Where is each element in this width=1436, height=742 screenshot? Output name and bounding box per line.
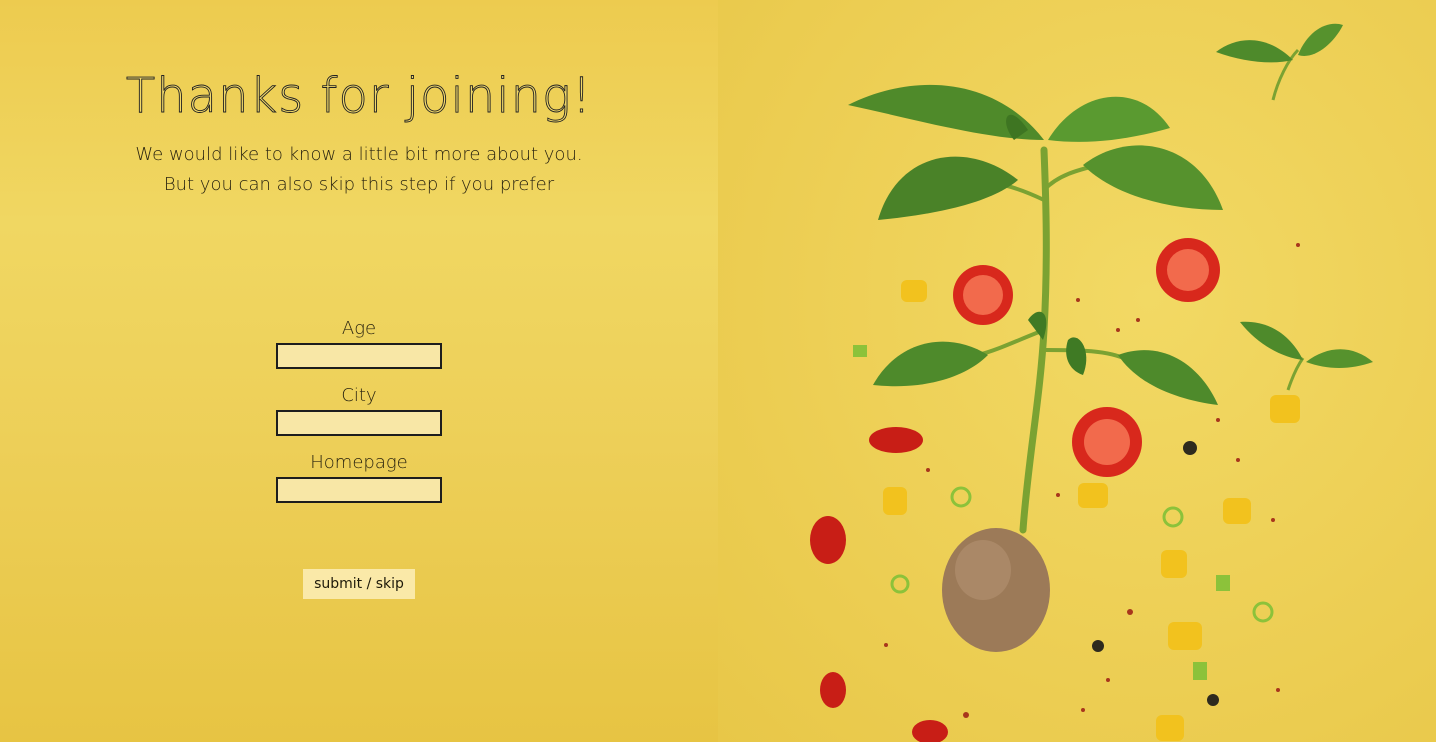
homepage-label: Homepage <box>310 452 408 473</box>
homepage-input[interactable] <box>276 477 442 503</box>
city-input[interactable] <box>276 410 442 436</box>
submit-skip-button[interactable]: submit / skip <box>303 569 415 599</box>
page-title: Thanks for joining! <box>125 68 593 125</box>
city-label: City <box>341 385 377 406</box>
profile-form: Age City Homepage <box>0 318 718 519</box>
form-panel: Thanks for joining! We would like to kno… <box>0 0 718 742</box>
age-input[interactable] <box>276 343 442 369</box>
plant-sprout-illustration-icon <box>810 23 1373 742</box>
age-label: Age <box>341 318 377 339</box>
subtitle-line-1: We would like to know a little bit more … <box>135 144 583 165</box>
subtitle-line-2: But you can also skip this step if you p… <box>163 174 555 195</box>
hero-image <box>718 0 1436 742</box>
